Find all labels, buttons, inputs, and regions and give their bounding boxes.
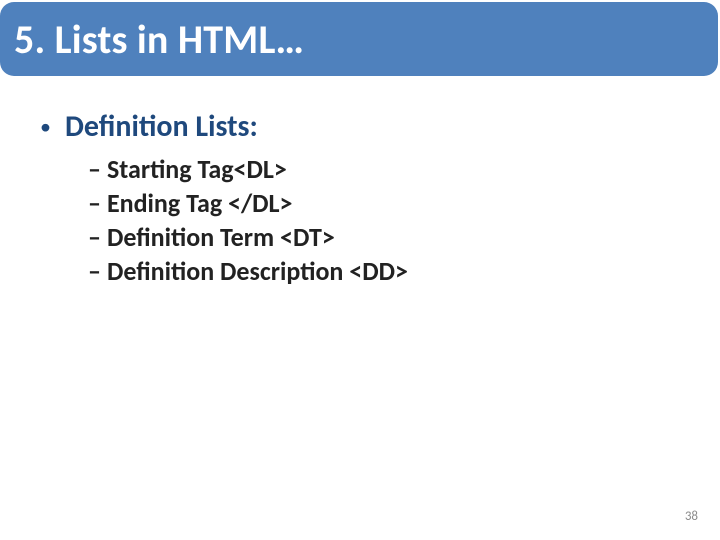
bullet-item: • Definition Lists: <box>40 108 690 145</box>
dash-icon: – <box>88 153 101 185</box>
dash-icon: – <box>88 187 101 219</box>
bullet-dot-icon: • <box>40 116 51 138</box>
sub-list: – Starting Tag<DL> – Ending Tag </DL> – … <box>88 153 690 287</box>
slide-title: 5. Lists in HTML… <box>14 15 304 64</box>
sub-item-text: Definition Term <DT> <box>107 221 335 253</box>
list-item: – Definition Description <DD> <box>88 255 690 287</box>
dash-icon: – <box>88 255 101 287</box>
title-bar: 5. Lists in HTML… <box>0 2 718 76</box>
sub-item-text: Starting Tag<DL> <box>107 153 287 185</box>
list-item: – Definition Term <DT> <box>88 221 690 253</box>
sub-item-text: Definition Description <DD> <box>107 255 408 287</box>
dash-icon: – <box>88 221 101 253</box>
sub-item-text: Ending Tag </DL> <box>107 187 293 219</box>
bullet-label: Definition Lists: <box>65 108 258 145</box>
list-item: – Starting Tag<DL> <box>88 153 690 185</box>
list-item: – Ending Tag </DL> <box>88 187 690 219</box>
page-number: 38 <box>685 509 698 524</box>
content-area: • Definition Lists: – Starting Tag<DL> –… <box>30 100 690 289</box>
